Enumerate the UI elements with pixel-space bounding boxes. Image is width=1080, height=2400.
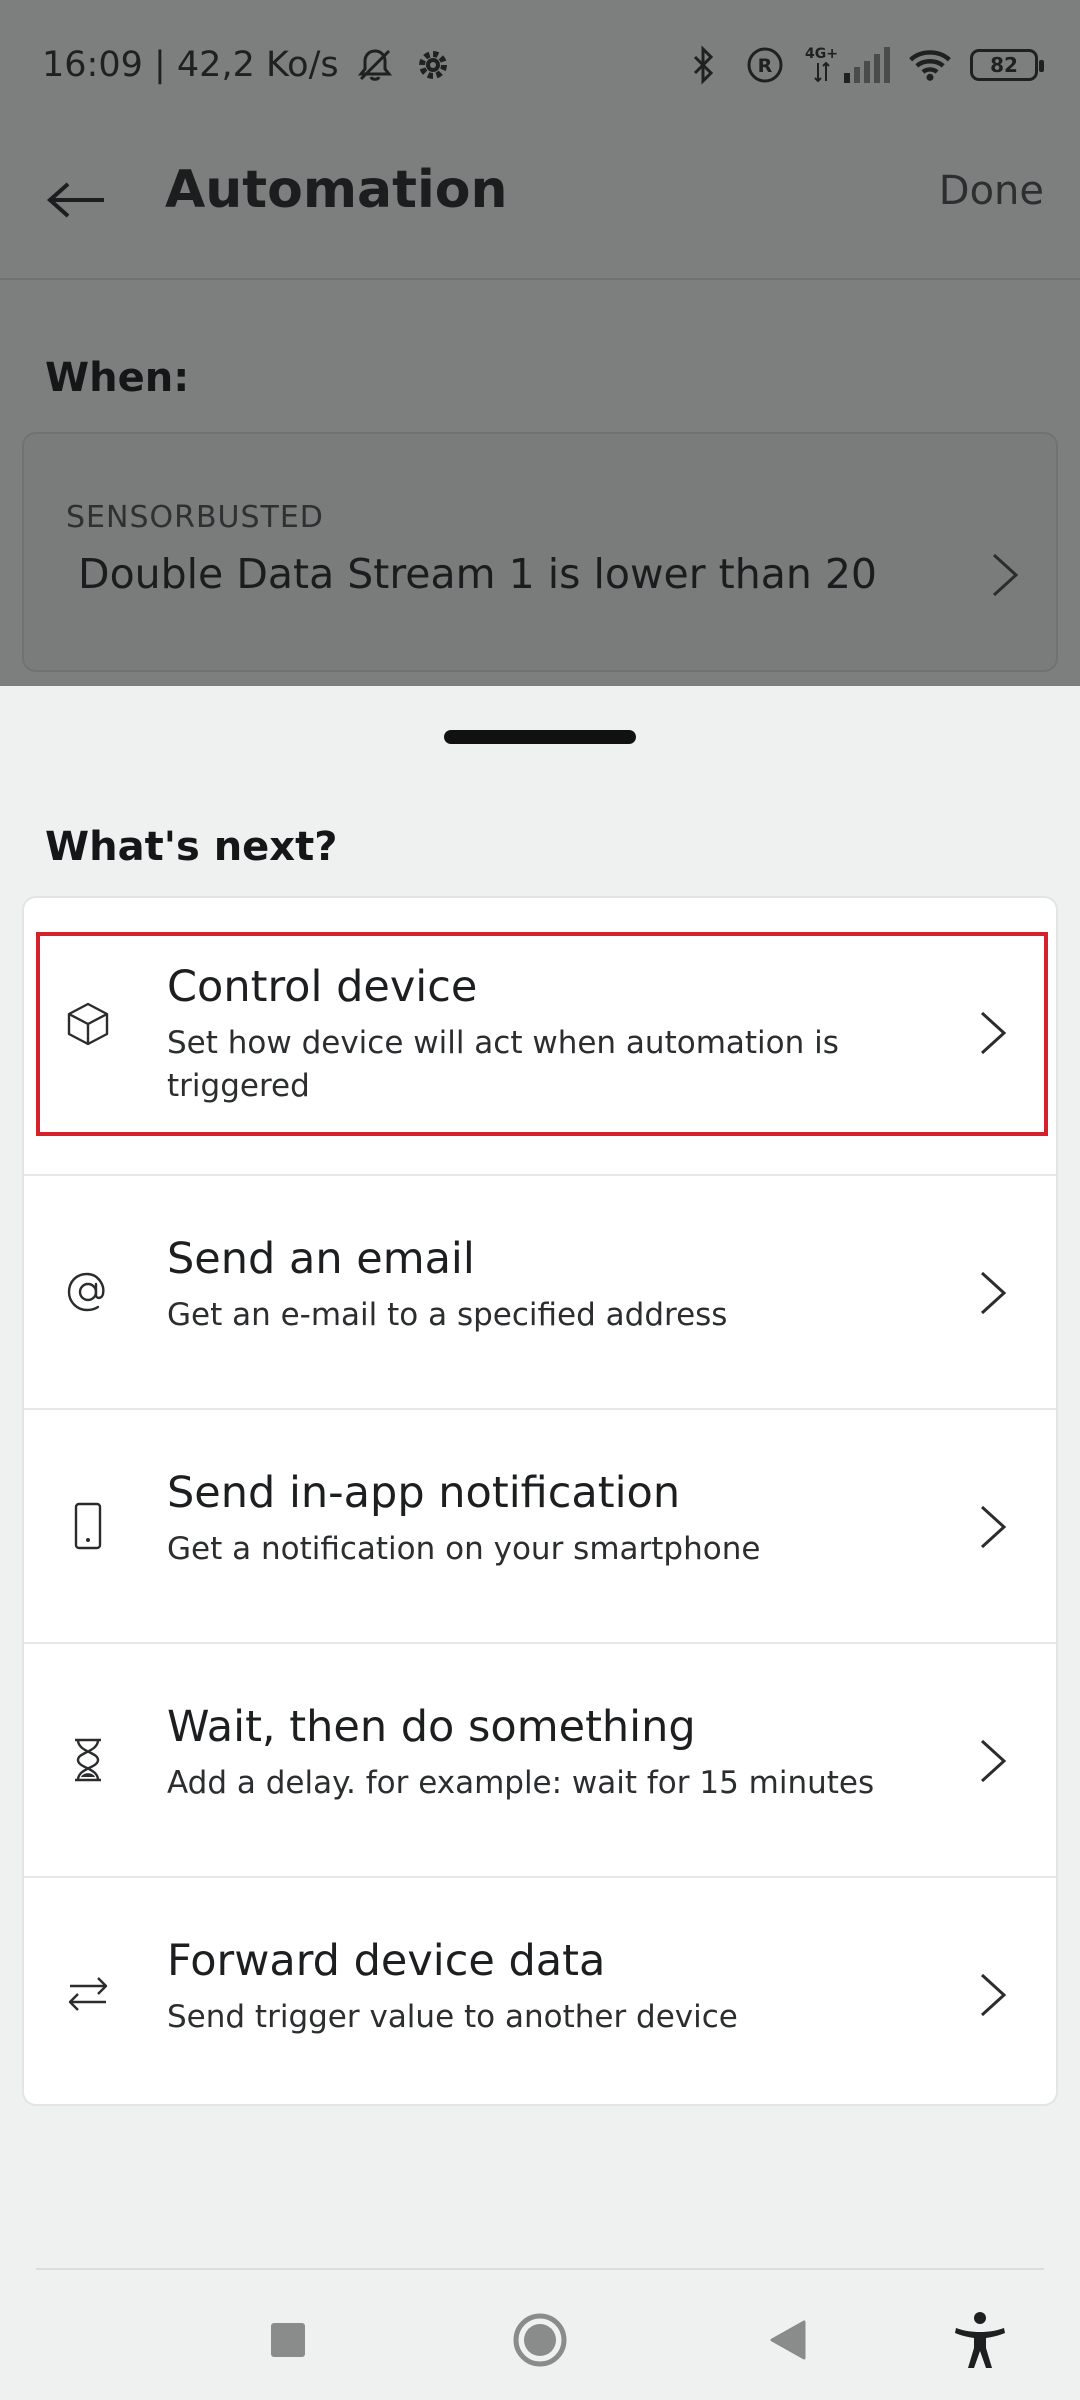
action-forward-data[interactable]: Forward device data Send trigger value t… [24, 1876, 1056, 2104]
network-type-label: 4G+ [805, 46, 838, 62]
when-heading: When: [45, 355, 190, 401]
action-send-notification[interactable]: Send in-app notification Get a notificat… [24, 1408, 1056, 1642]
back-arrow-button[interactable] [40, 164, 112, 236]
battery-level: 82 [990, 53, 1018, 77]
battery-indicator: 82 [970, 49, 1044, 81]
bluetooth-icon [681, 43, 725, 87]
trigger-device-name: SENSORBUSTED [66, 500, 324, 535]
chevron-right-icon [978, 1738, 1008, 1788]
chevron-right-icon [978, 1010, 1008, 1060]
settings-gear-icon [411, 43, 455, 87]
swap-arrows-icon [64, 1970, 112, 2018]
action-title: Forward device data [167, 1936, 606, 1986]
nav-divider [36, 2268, 1044, 2270]
status-bar: 16:09 | 42,2 Ko/s R 4G+ 82 [0, 0, 1080, 130]
cube-icon [64, 1000, 112, 1048]
action-send-email[interactable]: Send an email Get an e-mail to a specifi… [24, 1174, 1056, 1408]
sheet-title: What's next? [45, 824, 338, 870]
action-title: Send an email [167, 1234, 475, 1284]
chevron-right-icon [978, 1504, 1008, 1554]
chevron-right-icon [990, 552, 1020, 602]
chevron-right-icon [978, 1270, 1008, 1320]
recents-button[interactable] [246, 2298, 330, 2382]
action-wait[interactable]: Wait, then do something Add a delay. for… [24, 1642, 1056, 1876]
done-button[interactable]: Done [939, 168, 1044, 214]
trigger-condition: Double Data Stream 1 is lower than 20 [78, 550, 878, 598]
app-bar: Automation Done [0, 130, 1080, 280]
back-button[interactable] [746, 2298, 830, 2382]
at-icon [64, 1268, 112, 1316]
action-title: Wait, then do something [167, 1702, 696, 1752]
action-list: Control device Set how device will act w… [22, 896, 1058, 2106]
home-circle-icon [513, 2313, 567, 2367]
bottom-sheet: What's next? Control device Set how devi… [0, 686, 1080, 2400]
registered-icon: R [743, 43, 787, 87]
cellular-signal-icon: 4G+ [805, 47, 890, 83]
page-title: Automation [165, 160, 508, 220]
accessibility-icon [955, 2312, 1005, 2368]
hourglass-icon [64, 1736, 112, 1784]
action-description: Send trigger value to another device [167, 1999, 738, 2035]
back-triangle-icon [770, 2320, 806, 2360]
sheet-drag-handle[interactable] [444, 730, 636, 744]
action-title: Send in-app notification [167, 1468, 681, 1518]
action-description: Add a delay. for example: wait for 15 mi… [167, 1765, 875, 1801]
action-description: Get an e-mail to a specified address [167, 1297, 728, 1333]
action-control-device[interactable]: Control device Set how device will act w… [24, 898, 1056, 1174]
recents-square-icon [271, 2323, 305, 2357]
action-title: Control device [167, 962, 478, 1012]
chevron-right-icon [978, 1972, 1008, 2022]
action-description: Set how device will act when automation … [167, 1025, 839, 1104]
trigger-card[interactable]: SENSORBUSTED Double Data Stream 1 is low… [22, 432, 1058, 672]
smartphone-icon [64, 1502, 112, 1550]
svg-text:R: R [758, 55, 773, 77]
action-description: Get a notification on your smartphone [167, 1531, 761, 1567]
accessibility-button[interactable] [938, 2298, 1022, 2382]
wifi-icon [908, 43, 952, 87]
status-time-speed: 16:09 | 42,2 Ko/s [42, 45, 339, 85]
home-button[interactable] [498, 2298, 582, 2382]
silent-bell-icon [353, 43, 397, 87]
back-arrow-icon [46, 182, 104, 218]
